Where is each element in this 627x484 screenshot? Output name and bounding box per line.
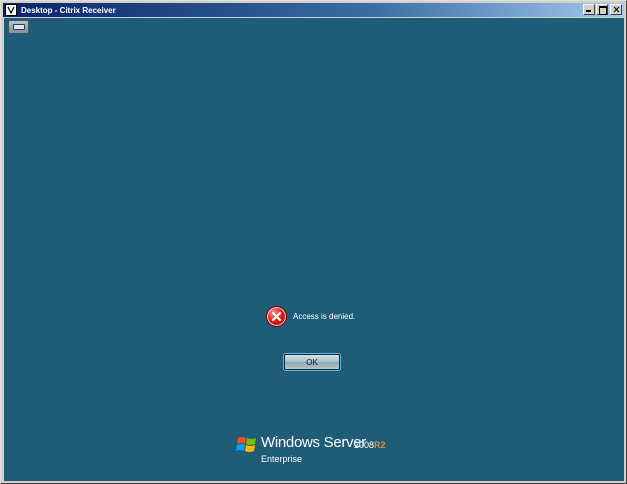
citrix-receiver-window: Desktop - Citrix Receiver Access is deni… (0, 0, 627, 484)
title-bar[interactable]: Desktop - Citrix Receiver (3, 3, 624, 17)
close-button[interactable] (610, 4, 622, 15)
citrix-app-icon (5, 4, 17, 16)
product-version: 2008 (354, 440, 375, 450)
product-release: R2 (374, 440, 386, 450)
windows-server-branding: Windows Server 2008 R2 Enterprise (236, 432, 406, 472)
maximize-button[interactable] (596, 4, 608, 15)
window-controls (582, 4, 622, 15)
minimize-button[interactable] (583, 4, 595, 15)
error-message: Access is denied. (266, 306, 355, 327)
message-text: Access is denied. (293, 312, 356, 321)
ok-button[interactable]: OK (284, 354, 340, 370)
product-edition: Enterprise (261, 454, 303, 464)
desktop-viewer-toolbar-button[interactable] (8, 20, 29, 34)
window-title: Desktop - Citrix Receiver (21, 5, 116, 15)
remote-desktop-area[interactable]: Access is denied. OK Windows Server 2008… (4, 18, 624, 481)
product-name: Windows Server (261, 434, 366, 451)
error-icon (266, 306, 287, 327)
toolbar-grip-icon (12, 24, 25, 30)
windows-flag-logo-icon (236, 434, 258, 461)
